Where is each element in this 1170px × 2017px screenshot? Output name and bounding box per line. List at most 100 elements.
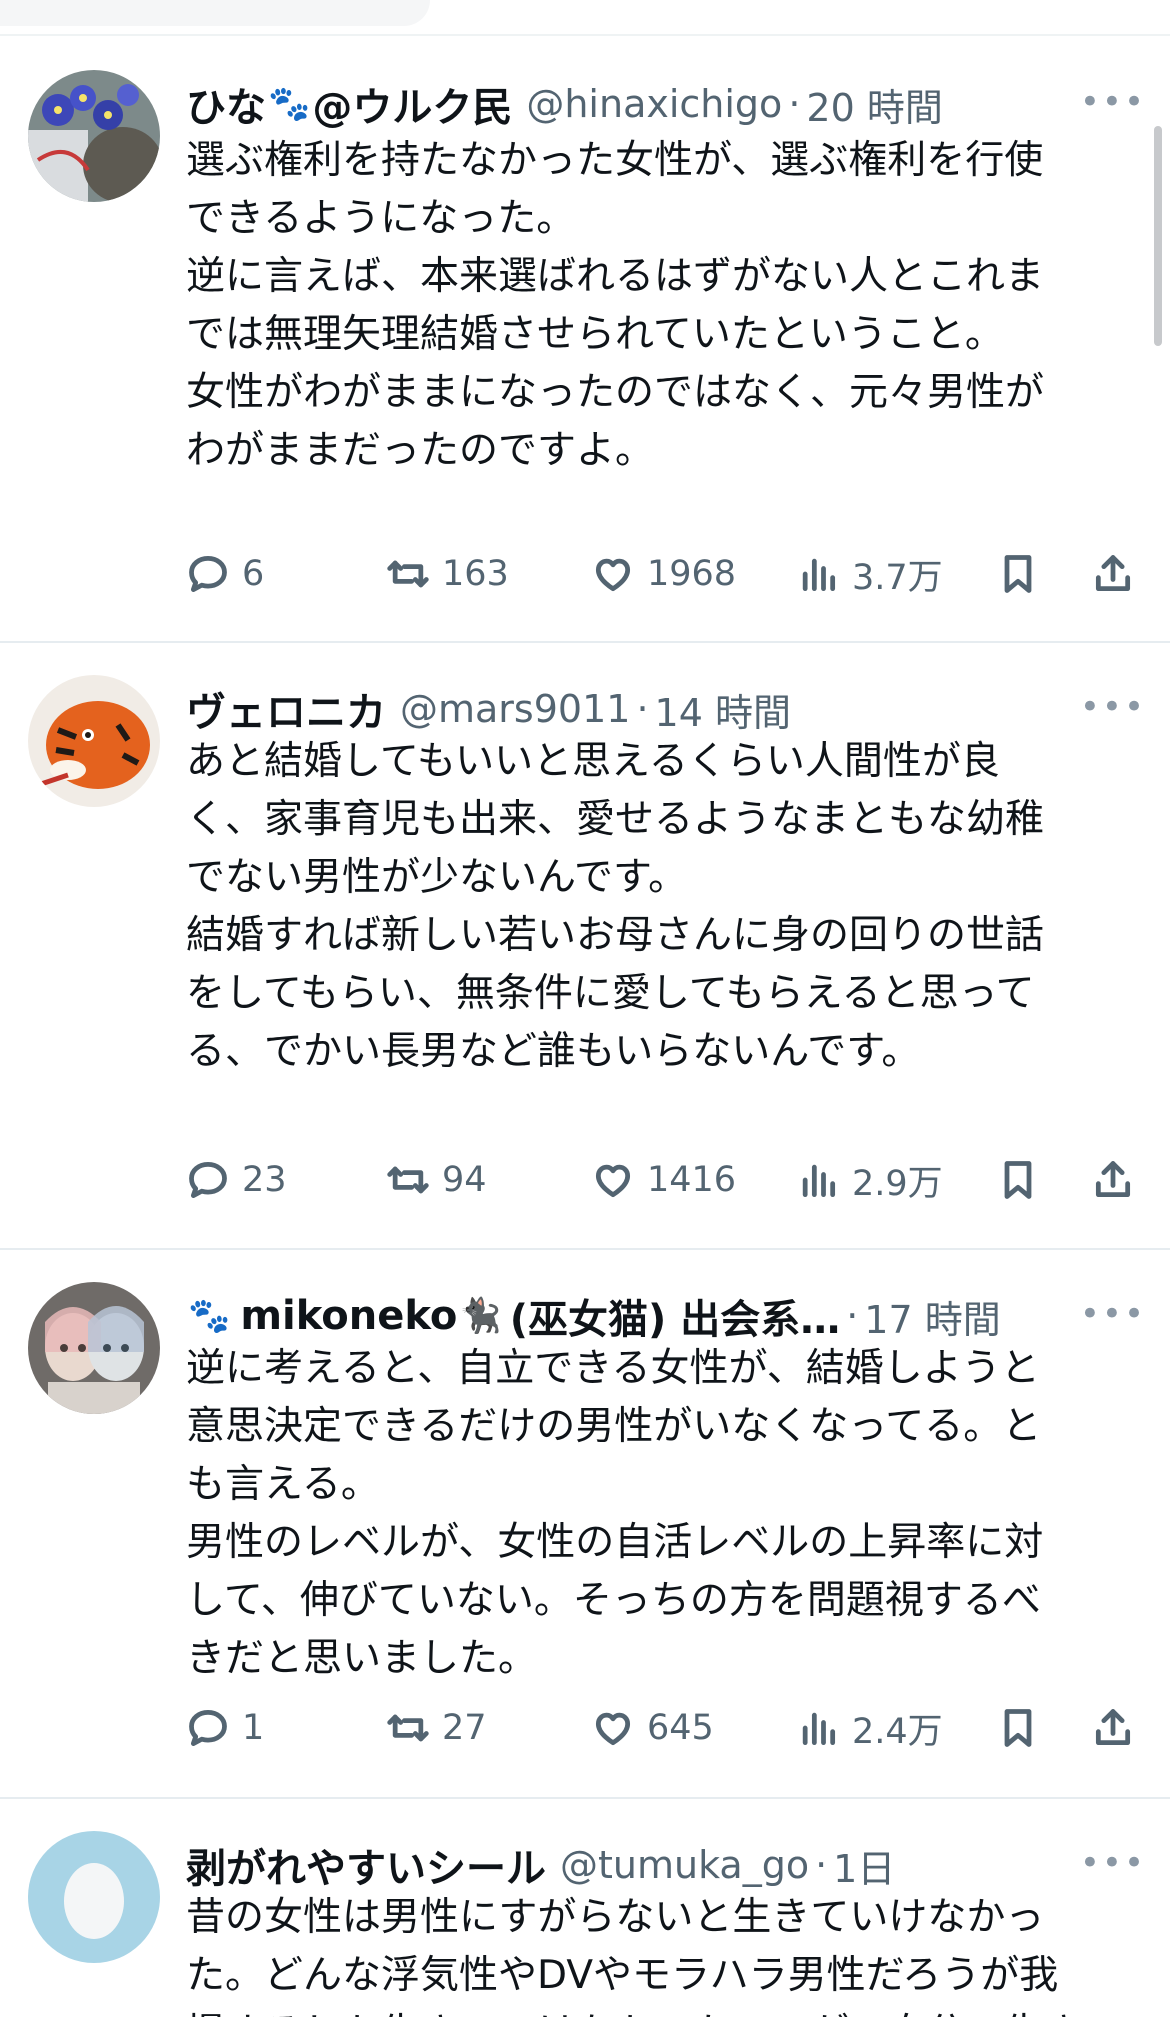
like-button[interactable]: 1416 <box>591 1150 736 1210</box>
like-button[interactable]: 645 <box>591 1698 714 1758</box>
heart-icon <box>595 1164 631 1198</box>
views-button[interactable]: 2.9万 <box>796 1150 943 1210</box>
user-handle[interactable]: @mars9011 <box>400 687 630 731</box>
tweet-line: して、伸びていない。そっちの方を問題視するべ <box>186 1578 1041 1623</box>
avatar[interactable] <box>28 675 160 807</box>
speech-bubble-icon <box>189 1162 227 1198</box>
separator-dot: · <box>636 687 649 731</box>
reply-button[interactable]: 23 <box>186 1150 287 1210</box>
bar-chart-icon <box>802 1712 836 1746</box>
like-button[interactable]: 1968 <box>591 544 736 604</box>
bookmark-icon <box>1004 555 1032 593</box>
retweet-arrows-icon <box>387 1166 429 1194</box>
retweet-button[interactable]: 27 <box>386 1698 487 1758</box>
reply-button[interactable]: 6 <box>186 544 264 604</box>
avatar[interactable] <box>28 70 160 202</box>
retweet-button[interactable]: 94 <box>386 1150 487 1210</box>
tweet-line: をしてもらい、無条件に愛してもらえると思って <box>186 971 1035 1016</box>
action-bar: 6 163 1968 3.7万 <box>186 544 1136 604</box>
timestamp[interactable]: 14 時間 <box>655 682 791 737</box>
tweet-header: ひな 🐾 @ウルク民 @hinaxichigo · 20 時間 ••• <box>186 76 1146 132</box>
avatar[interactable] <box>28 1282 160 1414</box>
view-count: 2.9万 <box>852 1163 943 1204</box>
share-upload-icon <box>1095 555 1131 592</box>
display-name[interactable]: 🐾 mikoneko 🐈‍⬛ (巫女猫) 出会系… <box>186 1287 840 1345</box>
display-name-text: mikoneko <box>240 1293 458 1339</box>
like-count: 645 <box>647 1708 714 1748</box>
tweet-line: た。どんな浮気性やDVやモラハラ男性だろうが我 <box>186 1953 1059 1998</box>
tweet-text: 昔の女性は男性にすがらないと生きていけなかっ た。どんな浮気性やDVやモラハラ男… <box>186 1889 1130 2017</box>
tweet-line: る、でかい長男など誰もいらないんです。 <box>186 1029 921 1074</box>
separator-dot: · <box>815 1843 828 1887</box>
separator-dot: · <box>788 82 801 126</box>
view-count: 3.7万 <box>852 557 943 598</box>
display-name[interactable]: 剥がれやすいシール <box>186 1836 546 1894</box>
avatar-default-egg-image <box>28 1831 160 1963</box>
display-name-text: ひな <box>186 85 266 131</box>
tweet-line: あと結婚してもいいと思えるくらい人間性が良 <box>186 739 1000 784</box>
bar-chart-icon <box>802 558 836 592</box>
more-options-icon[interactable]: ••• <box>1080 1294 1146 1334</box>
tweet-line: く、家事育児も出来、愛せるようなまともな幼稚 <box>186 797 1045 842</box>
share-button[interactable] <box>1091 1698 1135 1758</box>
bookmark-button[interactable] <box>996 544 1040 604</box>
speech-bubble-icon <box>189 556 227 592</box>
tweet-text: あと結婚してもいいと思えるくらい人間性が良 く、家事育児も出来、愛せるようなまと… <box>186 733 1130 1081</box>
tweet-line: では無理矢理結婚させられていたということ。 <box>186 312 1004 357</box>
tweet-text: 逆に考えると、自立できる女性が、結婚しようと 意思決定できるだけの男性がいなくな… <box>186 1340 1130 1688</box>
action-bar: 23 94 1416 2.9万 <box>186 1150 1136 1210</box>
tweet-line: 逆に考えると、自立できる女性が、結婚しようと <box>186 1346 1040 1391</box>
views-button[interactable]: 3.7万 <box>796 544 943 604</box>
tweet-line: 意思決定できるだけの男性がいなくなってる。と <box>186 1404 1042 1449</box>
reply-count: 6 <box>242 554 265 594</box>
bookmark-button[interactable] <box>996 1698 1040 1758</box>
display-name-text: ヴェロニカ <box>186 690 386 736</box>
tweet-text: 選ぶ権利を持たなかった女性が、選ぶ権利を行使 できるようになった。 逆に言えば、… <box>186 132 1130 480</box>
share-button[interactable] <box>1091 544 1135 604</box>
paw-icon: 🐾 <box>188 1296 231 1336</box>
display-name[interactable]: ヴェロニカ <box>186 680 386 738</box>
view-count: 2.4万 <box>852 1711 943 1752</box>
retweet-button[interactable]: 163 <box>386 544 509 604</box>
more-options-icon[interactable]: ••• <box>1080 687 1146 727</box>
tweet-line: 選ぶ権利を持たなかった女性が、選ぶ権利を行使 <box>186 138 1044 183</box>
timestamp[interactable]: 1日 <box>833 1838 895 1893</box>
user-handle[interactable]: @tumuka_go <box>560 1843 809 1887</box>
retweet-arrows-icon <box>387 1714 429 1742</box>
tweet-line: 女性がわがままになったのではなく、元々男性が <box>186 370 1045 415</box>
tweet-item[interactable]: 🐾 mikoneko 🐈‍⬛ (巫女猫) 出会系… · 17 時間 ••• 逆に… <box>0 1250 1170 1799</box>
tweet-line: 昔の女性は男性にすがらないと生きていけなかっ <box>186 1895 1045 1940</box>
paw-icon: 🐾 <box>268 84 311 124</box>
tweet-line: も言える。 <box>186 1462 380 1507</box>
retweet-count: 163 <box>442 554 509 594</box>
tweet-line: できるようになった。 <box>186 196 576 241</box>
bookmark-button[interactable] <box>996 1150 1040 1210</box>
bookmark-icon <box>1004 1161 1032 1199</box>
more-options-icon[interactable]: ••• <box>1080 1843 1146 1883</box>
separator-dot: · <box>846 1294 859 1338</box>
like-count: 1968 <box>647 554 737 594</box>
share-button[interactable] <box>1091 1150 1135 1210</box>
more-options-icon[interactable]: ••• <box>1080 82 1146 122</box>
action-bar: 1 27 645 2.4万 <box>186 1698 1136 1758</box>
reply-count: 23 <box>242 1160 287 1200</box>
tweet-item[interactable]: 剥がれやすいシール @tumuka_go · 1日 ••• 昔の女性は男性にすが… <box>0 1799 1170 2017</box>
display-name[interactable]: ひな 🐾 @ウルク民 <box>186 75 512 133</box>
timestamp[interactable]: 17 時間 <box>864 1289 1000 1344</box>
avatar[interactable] <box>28 1831 160 1963</box>
retweet-count: 27 <box>442 1708 487 1748</box>
top-bar-remnant <box>0 0 1170 36</box>
tweet-item[interactable]: ヴェロニカ @mars9011 · 14 時間 ••• あと結婚してもいいと思え… <box>0 643 1170 1250</box>
heart-icon <box>595 1712 631 1746</box>
timestamp[interactable]: 20 時間 <box>806 77 942 132</box>
tweet-line: きだと思いました。 <box>186 1636 538 1681</box>
display-name-text: 剥がれやすいシール <box>186 1846 546 1892</box>
bar-chart-icon <box>802 1164 836 1198</box>
tweet-line: でない男性が少ないんです。 <box>186 855 688 900</box>
tweet-line: 慢するしか生きていけなかった。のが、自分で生き <box>186 2005 1130 2017</box>
views-button[interactable]: 2.4万 <box>796 1698 943 1758</box>
reply-button[interactable]: 1 <box>186 1698 264 1758</box>
user-handle[interactable]: @hinaxichigo <box>526 82 782 126</box>
tweet-item[interactable]: ひな 🐾 @ウルク民 @hinaxichigo · 20 時間 ••• 選ぶ権利… <box>0 36 1170 643</box>
tweet-header: 剥がれやすいシール @tumuka_go · 1日 ••• <box>186 1837 1146 1893</box>
